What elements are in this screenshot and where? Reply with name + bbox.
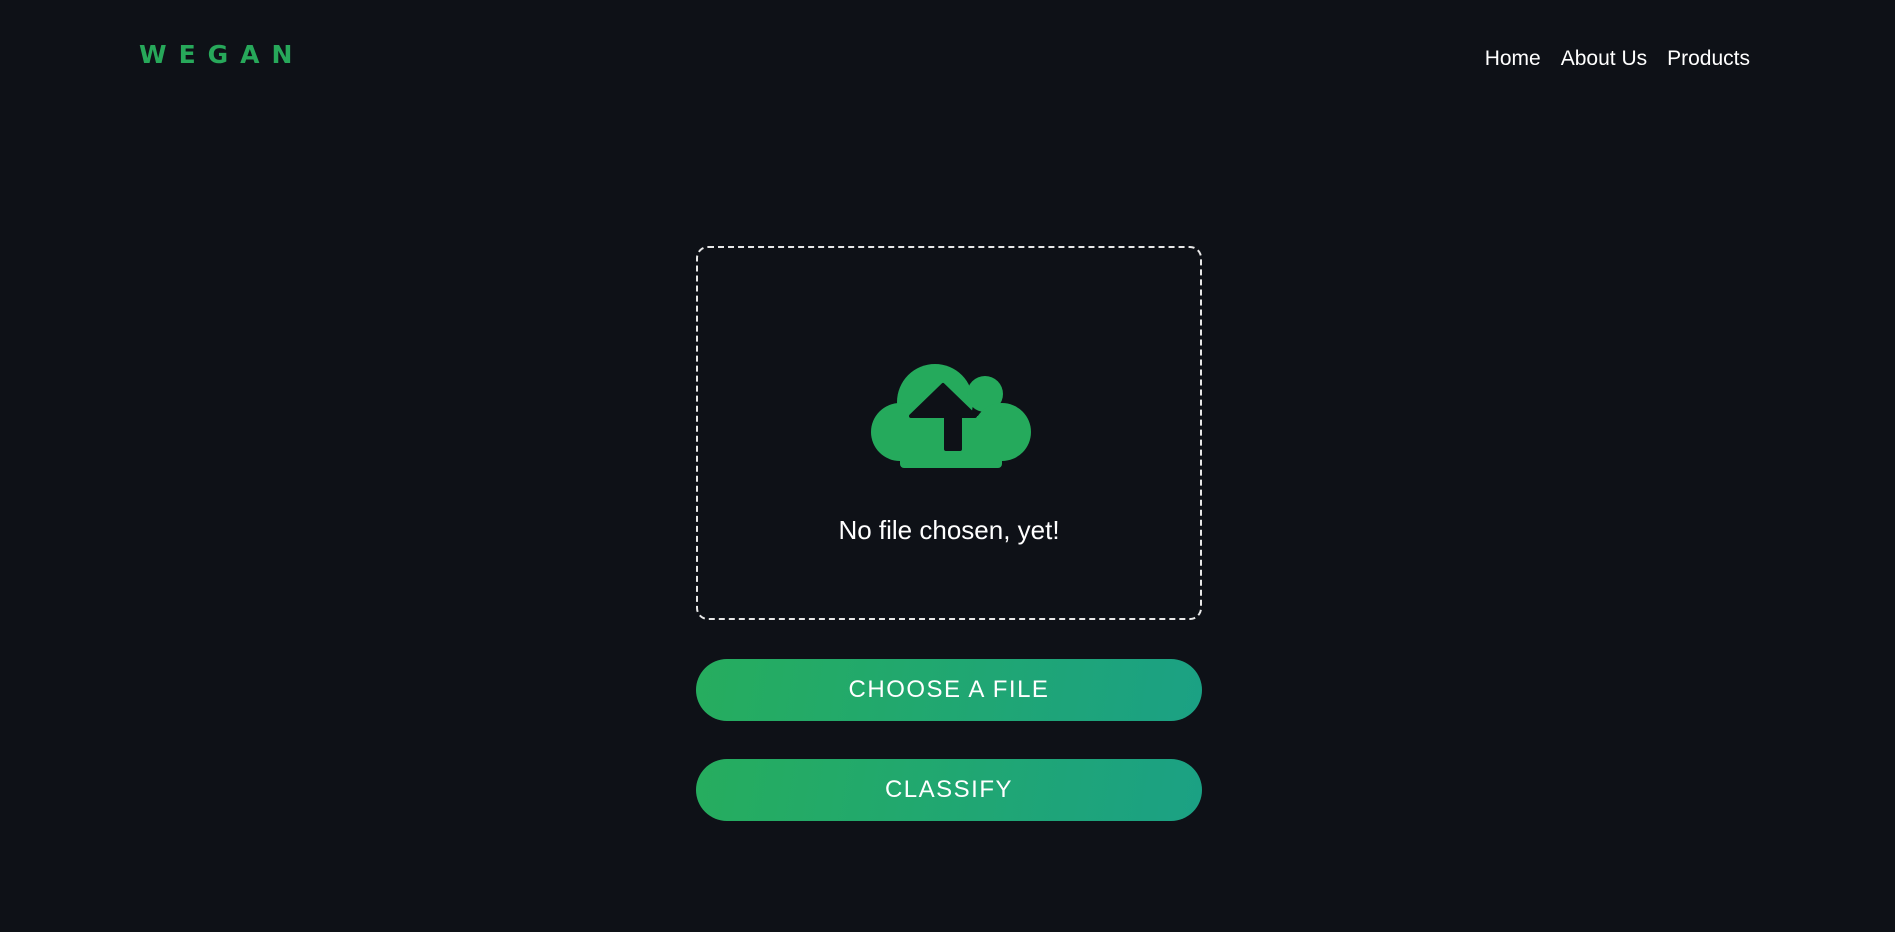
choose-file-button[interactable]: CHOOSE A FILE [696, 659, 1202, 721]
classify-button[interactable]: CLASSIFY [696, 759, 1202, 821]
nav-home-link[interactable]: Home [1485, 46, 1541, 72]
main-nav: Home About Us Products [1485, 46, 1750, 72]
header: WEGAN Home About Us Products [0, 0, 1895, 110]
cloud-upload-icon [871, 364, 1031, 468]
nav-products-link[interactable]: Products [1667, 46, 1750, 72]
nav-about-us-link[interactable]: About Us [1561, 46, 1647, 72]
file-status-text: No file chosen, yet! [838, 515, 1060, 545]
file-drop-zone[interactable]: No file chosen, yet! [696, 246, 1202, 620]
logo[interactable]: WEGAN [139, 38, 304, 72]
